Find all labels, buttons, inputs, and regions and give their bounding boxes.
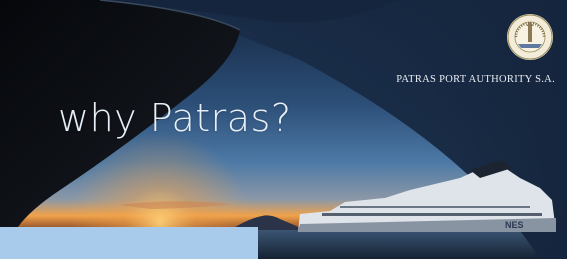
hero-banner: NES why Patras? PATRAS PORT AUTHORITY S.…	[0, 0, 567, 259]
org-name: PATRAS PORT AUTHORITY S.A.	[396, 74, 555, 85]
headline: why Patras?	[58, 96, 292, 140]
bottom-bar	[0, 227, 258, 259]
svg-text:NES: NES	[505, 220, 524, 230]
port-authority-seal-icon	[507, 14, 553, 60]
